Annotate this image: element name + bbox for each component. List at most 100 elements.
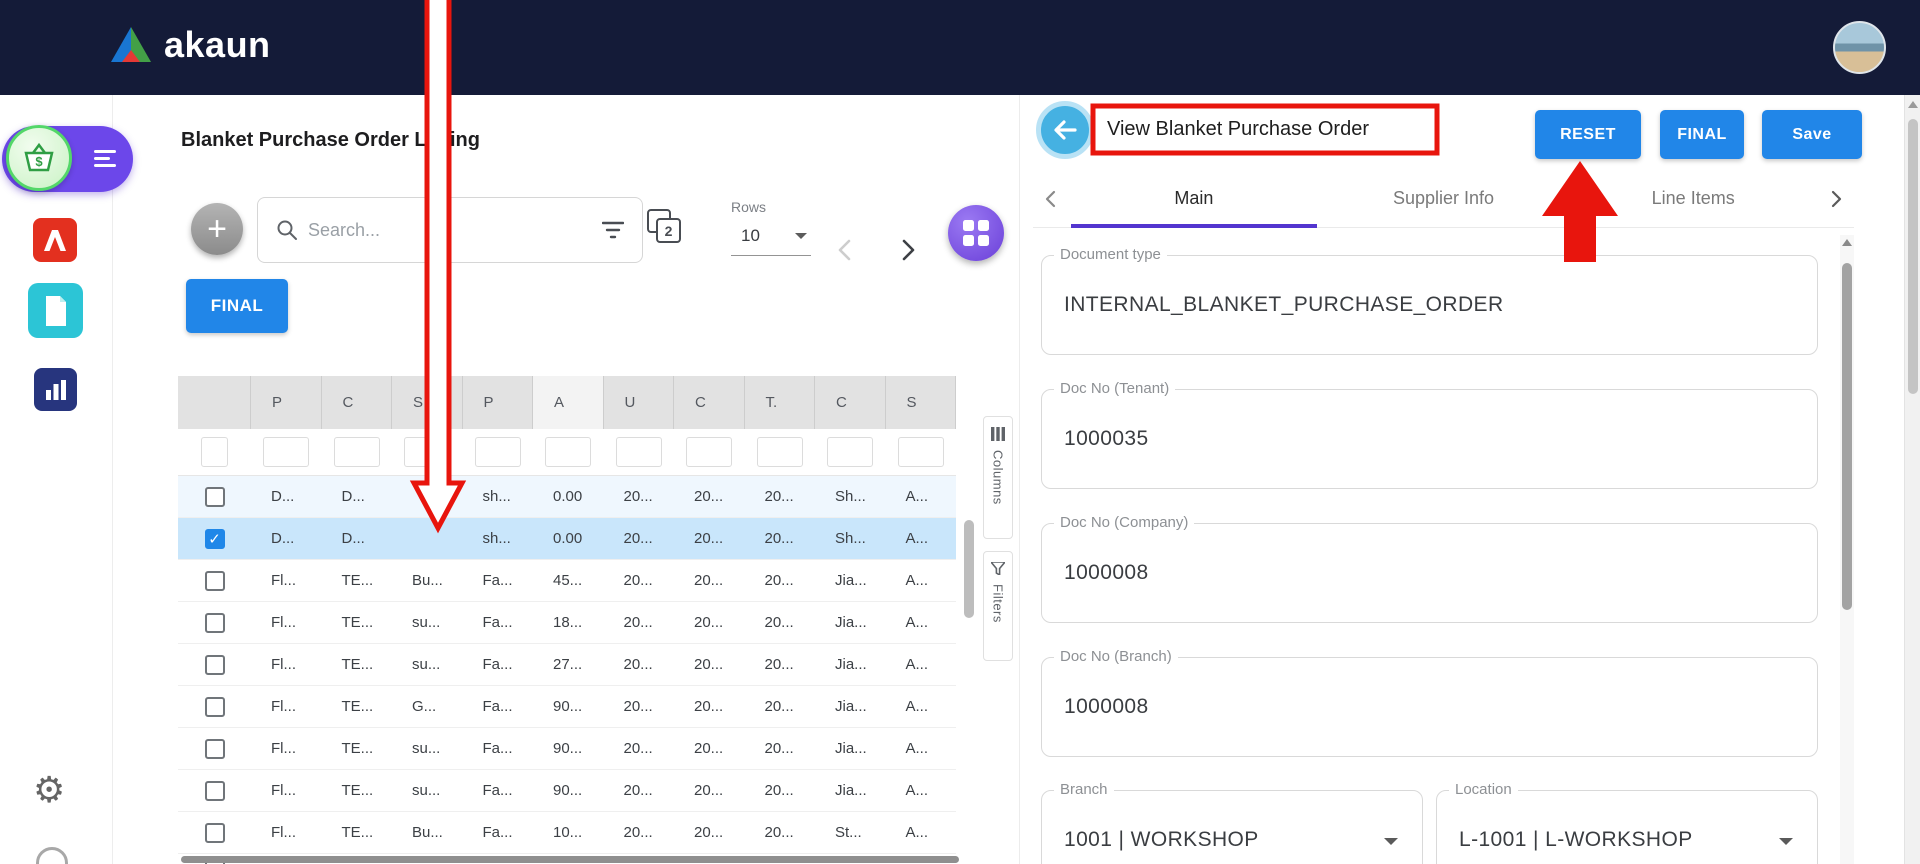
table-cell: D... [322,488,393,505]
rows-per-page-select[interactable]: 10 [731,224,811,256]
detail-scrollbar-thumb[interactable] [1842,263,1852,610]
sidebar-item-pdf[interactable] [33,218,77,262]
field-label: Doc No (Company) [1054,514,1194,531]
column-filter-input[interactable] [334,437,380,467]
column-filter-input[interactable] [616,437,662,467]
table-cell: 18... [533,614,604,631]
table-cell: Fa... [463,698,534,715]
filter-cell [251,429,322,475]
select-location[interactable]: LocationL-1001 | L-WORKSHOP [1436,790,1818,864]
column-header[interactable]: P [463,376,534,429]
column-header[interactable]: A [533,376,604,429]
column-filter-input[interactable] [545,437,591,467]
columns-side-tab[interactable]: Columns [983,416,1013,539]
table-row[interactable]: Fl...TE...su...Fa...18...20...20...20...… [178,602,956,644]
add-record-button[interactable]: + [191,203,243,255]
filter-cell [674,429,745,475]
table-cell: Fa... [463,824,534,841]
filter-cell [533,429,604,475]
table-cell: Fl... [251,572,322,589]
table-cell: Jia... [815,656,886,673]
table-cell: D... [251,488,322,505]
row-checkbox[interactable]: ✓ [205,529,225,549]
search-box [257,197,643,263]
avatar[interactable] [1833,21,1886,74]
page-scrollbar-thumb[interactable] [1908,119,1918,394]
next-page-button[interactable] [885,228,929,272]
column-header[interactable]: C [815,376,886,429]
filters-side-tab[interactable]: Filters [983,551,1013,661]
table-cell: TE... [322,614,393,631]
row-select-cell: ✓ [178,529,251,549]
column-header[interactable]: C [674,376,745,429]
row-checkbox[interactable] [205,739,225,759]
table-row[interactable]: D...D...sh...0.0020...20...20...Sh...A..… [178,476,956,518]
search-icon [276,219,298,241]
select-branch[interactable]: Branch1001 | WORKSHOP [1041,790,1423,864]
table-row[interactable]: Fl...TE...su...Fa...90...20...20...20...… [178,770,956,812]
search-input[interactable] [308,220,592,241]
row-checkbox[interactable] [205,697,225,717]
row-checkbox[interactable] [205,823,225,843]
page-scrollbar[interactable] [1904,95,1920,864]
row-select-cell [178,739,251,759]
settings-gear-icon[interactable]: ⚙ [33,773,65,809]
column-header[interactable]: P [251,376,322,429]
column-filter-input[interactable] [898,437,944,467]
row-select-cell [178,487,251,507]
table-row[interactable]: Fl...TE...su...Fa...90...20...20...20...… [178,728,956,770]
sidebar-item-marketplace[interactable]: $ [6,125,72,191]
column-header[interactable]: T. [745,376,816,429]
column-filter-input[interactable] [404,437,450,467]
table-cell: 20... [674,782,745,799]
table-vertical-scrollbar[interactable] [964,520,974,618]
table-row[interactable]: Fl...TE...Bu...Fa...45...20...20...20...… [178,560,956,602]
table-cell: su... [392,614,463,631]
sidebar-item-reports[interactable] [34,368,77,411]
copy-pages-icon[interactable]: 2 [647,209,683,245]
row-checkbox[interactable] [205,571,225,591]
table-cell: su... [392,782,463,799]
apps-grid-button[interactable] [948,205,1004,261]
final-filter-button[interactable]: FINAL [186,279,288,333]
column-header[interactable]: U [604,376,675,429]
column-filter-input[interactable] [686,437,732,467]
filter-cell [392,429,463,475]
field-label: Doc No (Tenant) [1054,380,1175,397]
detail-scrollbar[interactable] [1840,235,1854,864]
column-header[interactable]: S [886,376,957,429]
table-cell: 20... [604,824,675,841]
table-row[interactable]: Fl...TE...Bu...Fa...10...20...20...20...… [178,812,956,854]
column-header[interactable]: C [322,376,393,429]
table-cell: 20... [674,656,745,673]
filter-cell [815,429,886,475]
columns-tab-label: Columns [991,450,1006,505]
table-cell: 20... [604,656,675,673]
detail-panel: View Blanket Purchase Order RESET FINAL … [1019,95,1920,864]
sidebar-item-documents[interactable] [28,283,83,338]
table-body: D...D...sh...0.0020...20...20...Sh...A..… [178,476,956,864]
table-row[interactable]: ✓D...D...sh...0.0020...20...20...Sh...A.… [178,518,956,560]
row-checkbox[interactable] [205,781,225,801]
chevron-right-icon [894,237,920,263]
column-filter-input[interactable] [827,437,873,467]
table-cell: TE... [322,740,393,757]
column-header[interactable]: S [392,376,463,429]
column-filter-input[interactable] [263,437,309,467]
column-filter-input[interactable] [757,437,803,467]
filter-list-icon[interactable] [602,221,624,239]
column-filter-input[interactable] [475,437,521,467]
table-cell: Fl... [251,782,322,799]
table-row[interactable]: Fl...TE...su...Fa...27...20...20...20...… [178,644,956,686]
brand-logo[interactable]: akaun [108,24,271,66]
table-row[interactable]: Fl...TE...G...Fa...90...20...20...20...J… [178,686,956,728]
previous-page-button[interactable] [824,228,868,272]
column-filter-input[interactable] [201,437,228,467]
table-horizontal-scrollbar[interactable] [181,856,959,863]
sidebar-item-help[interactable] [36,847,68,864]
row-checkbox[interactable] [205,613,225,633]
table-cell: G... [392,698,463,715]
row-checkbox[interactable] [205,655,225,675]
row-checkbox[interactable] [205,487,225,507]
table-cell: Fl... [251,656,322,673]
